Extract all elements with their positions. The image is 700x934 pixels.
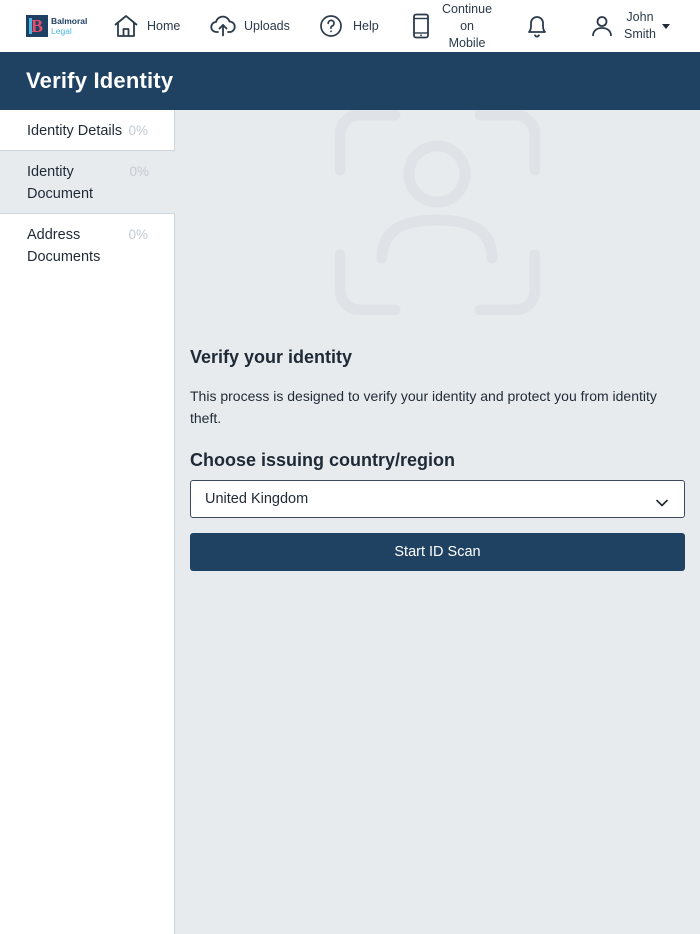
user-name: John Smith (624, 10, 656, 41)
sidebar-item-percent: 0% (128, 227, 148, 242)
country-select-value: United Kingdom (205, 491, 309, 507)
logo-text-secondary: Legal (51, 25, 72, 36)
logo-text-primary: Balmoral (51, 16, 88, 26)
sidebar-item-identity-document[interactable]: Identity Document 0% (0, 150, 175, 214)
help-circle-icon (319, 14, 343, 38)
mobile-phone-icon (412, 13, 430, 39)
home-icon (113, 14, 139, 38)
verify-heading: Verify your identity (190, 347, 353, 367)
user-menu[interactable]: John Smith (590, 0, 670, 52)
sidebar-item-label: Identity Document (27, 164, 94, 202)
nav-home-label: Home (147, 19, 181, 33)
page-header: Verify Identity (0, 52, 700, 110)
main-content: Verify your identity This process is des… (175, 109, 700, 934)
nav-home[interactable]: Home (113, 0, 180, 52)
top-navigation: B Balmoral Legal Home Uploads Help Conti… (0, 0, 700, 52)
country-label: Choose issuing country/region (190, 450, 456, 470)
logo-mark: B (26, 15, 48, 37)
logo-letter: B (30, 16, 43, 36)
progress-sidebar: Identity Details 0% Identity Document 0%… (0, 110, 175, 934)
nav-continue-on-mobile[interactable]: Continue on Mobile (412, 0, 492, 52)
page-title: Verify Identity (26, 68, 174, 93)
sidebar-item-address-documents[interactable]: Address Documents 0% (0, 214, 174, 276)
nav-help[interactable]: Help (319, 0, 379, 52)
user-icon (590, 14, 614, 38)
bell-icon (525, 13, 549, 39)
sidebar-item-identity-details[interactable]: Identity Details 0% (0, 110, 174, 150)
upload-cloud-icon (210, 15, 236, 37)
country-select[interactable]: United Kingdom (190, 480, 685, 518)
nav-uploads-label: Uploads (244, 19, 290, 33)
start-id-scan-button[interactable]: Start ID Scan (190, 533, 685, 571)
sidebar-item-label: Address Documents (27, 227, 101, 265)
sidebar-item-percent: 0% (129, 164, 149, 179)
brand-logo[interactable]: B Balmoral Legal (26, 14, 87, 38)
camera-scan-icon (334, 109, 541, 316)
sidebar-item-percent: 0% (128, 123, 148, 138)
chevron-down-icon (656, 494, 668, 512)
caret-down-icon (661, 23, 670, 29)
nav-uploads[interactable]: Uploads (210, 0, 290, 52)
verify-description: This process is designed to verify your … (190, 388, 657, 426)
nav-help-label: Help (353, 19, 379, 33)
sidebar-item-label: Identity Details (27, 123, 123, 139)
nav-mobile-label: Continue on Mobile (442, 1, 493, 50)
nav-notifications[interactable] (525, 0, 549, 52)
